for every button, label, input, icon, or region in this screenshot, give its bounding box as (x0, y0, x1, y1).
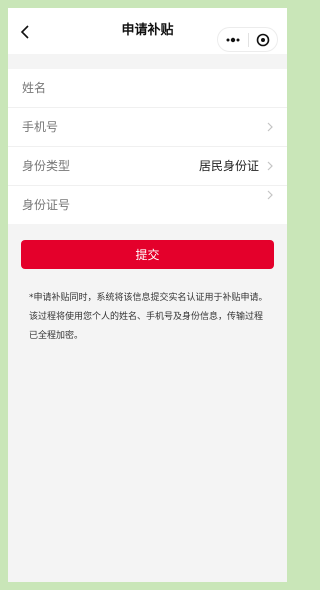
id-type-field[interactable]: 身份类型 居民身份证 (8, 147, 287, 186)
more-dots-icon (226, 37, 240, 42)
back-button[interactable] (14, 20, 38, 44)
id-number-field[interactable]: 身份证号 (8, 186, 287, 224)
id-type-value: 居民身份证 (198, 159, 259, 173)
back-arrow-icon (20, 25, 29, 39)
phone-screen: 申请补贴 姓名 手机号 身份类型 居民身份证 身份证号 提交 *申请补贴同时，系… (8, 8, 287, 582)
submit-button[interactable]: 提交 (21, 240, 274, 269)
mini-program-capsule (217, 27, 278, 52)
more-button[interactable] (218, 28, 248, 51)
close-button[interactable] (249, 28, 277, 51)
page-title: 申请补贴 (121, 23, 174, 38)
id-number-label: 身份证号 (22, 198, 71, 212)
name-label: 姓名 (22, 81, 47, 95)
chevron-right-icon (267, 161, 273, 171)
name-field[interactable]: 姓名 (8, 69, 287, 108)
privacy-notice: *申请补贴同时，系统将该信息提交实名认证用于补贴申请。该过程将使用您个人的姓名、… (29, 293, 268, 341)
applicant-form: 姓名 手机号 身份类型 居民身份证 身份证号 (8, 69, 287, 224)
id-type-label: 身份类型 (22, 159, 71, 173)
navigation-bar: 申请补贴 (8, 8, 287, 54)
phone-field[interactable]: 手机号 (8, 108, 287, 147)
close-target-icon (256, 33, 270, 46)
chevron-right-icon (267, 122, 273, 132)
phone-label: 手机号 (22, 120, 59, 134)
chevron-right-icon (267, 190, 273, 200)
